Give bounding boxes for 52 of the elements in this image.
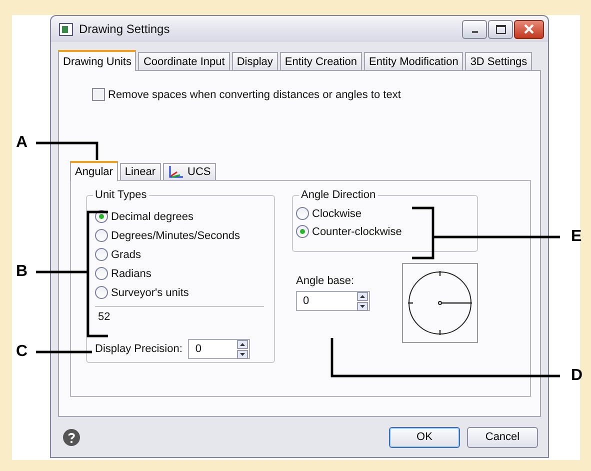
radio-button[interactable] — [95, 267, 108, 280]
tab[interactable]: UCS — [162, 163, 216, 180]
checkbox-label: Remove spaces when converting distances or angles to text — [108, 88, 401, 100]
sample-text: 52 — [98, 311, 112, 323]
tab[interactable]: Entity Modification — [364, 52, 464, 70]
field-label: Display Precision: — [95, 343, 182, 355]
callout-label: B — [16, 263, 28, 281]
maximize-icon — [496, 24, 506, 34]
radio-button[interactable] — [296, 225, 309, 238]
callout-label: D — [571, 367, 583, 385]
window-title: Drawing Settings — [79, 22, 171, 36]
radio-button[interactable] — [296, 207, 309, 220]
help-icon[interactable] — [63, 428, 80, 446]
radio-label: Clockwise — [312, 208, 362, 220]
minimize-button[interactable] — [462, 20, 487, 38]
clock-dial-drawing — [407, 270, 473, 336]
spin-field[interactable]: 0 — [296, 291, 370, 311]
spin-arrows-icon — [237, 340, 248, 358]
callout-label: C — [16, 343, 28, 361]
spin-field[interactable]: 0 — [188, 339, 250, 359]
leader-line — [36, 350, 92, 354]
checkbox[interactable] — [92, 88, 105, 101]
radio-button[interactable] — [95, 248, 108, 261]
tab[interactable]: Linear — [120, 163, 160, 180]
tab[interactable]: Drawing Units — [58, 50, 136, 71]
radio-label: Counter-clockwise — [312, 226, 402, 238]
radio-button[interactable] — [95, 229, 108, 242]
ok-button[interactable]: OK — [389, 426, 460, 448]
radio-label: Grads — [111, 248, 141, 260]
tab[interactable]: Coordinate Input — [138, 52, 230, 70]
tab[interactable]: Entity Creation — [280, 52, 362, 70]
group-title: Angle Direction — [299, 189, 378, 201]
group-title: Unit Types — [93, 189, 149, 201]
axes-icon — [168, 165, 184, 179]
tab[interactable]: Angular — [70, 161, 118, 181]
maximize-button[interactable] — [488, 20, 513, 38]
tab[interactable]: Display — [232, 52, 278, 70]
tab[interactable]: 3D Settings — [465, 52, 532, 70]
spin-arrows-icon — [357, 292, 368, 310]
radio-label: Radians — [111, 268, 152, 280]
radio-label: Surveyor's units — [111, 286, 189, 298]
callout-label: E — [571, 228, 582, 246]
radio-button[interactable] — [95, 286, 108, 299]
close-icon — [524, 24, 534, 34]
app-icon — [59, 22, 73, 36]
close-button[interactable] — [514, 20, 544, 38]
radio-label: Decimal degrees — [111, 210, 194, 222]
field-label: Angle base: — [296, 275, 356, 287]
leader-line — [36, 142, 98, 160]
cancel-button[interactable]: Cancel — [467, 426, 538, 448]
radio-label: Degrees/Minutes/Seconds — [111, 230, 240, 242]
callout-label: A — [16, 134, 28, 152]
